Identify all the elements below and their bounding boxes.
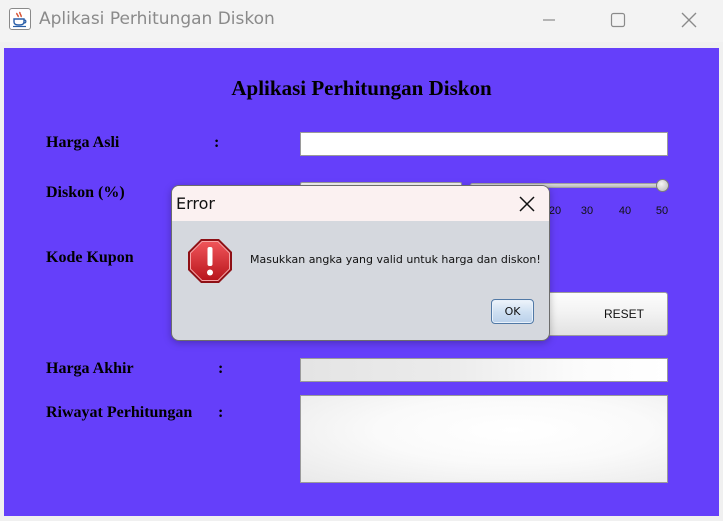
minimize-icon <box>543 19 555 21</box>
dialog-titlebar: Error <box>172 186 549 221</box>
riwayat-colon: : <box>218 404 224 421</box>
page-title: Aplikasi Perhitungan Diskon <box>231 76 492 100</box>
slider-tick: 40 <box>618 205 632 217</box>
error-octagon-icon <box>188 239 232 283</box>
slider-tick: 30 <box>580 205 594 217</box>
harga-akhir-field <box>300 358 668 382</box>
riwayat-label: Riwayat Perhitungan <box>46 404 193 421</box>
harga-asli-label: Harga Asli <box>46 134 120 151</box>
harga-asli-input[interactable] <box>301 133 667 155</box>
java-cup-icon <box>9 8 31 30</box>
dialog-title: Error <box>176 194 215 213</box>
window-titlebar: Aplikasi Perhitungan Diskon <box>0 0 723 42</box>
harga-asli-field[interactable] <box>300 132 668 156</box>
maximize-button[interactable] <box>595 0 641 40</box>
close-icon <box>681 12 697 28</box>
slider-tick: 50 <box>655 205 669 217</box>
harga-asli-colon: : <box>214 134 220 151</box>
window-title: Aplikasi Perhitungan Diskon <box>39 9 275 29</box>
close-icon <box>519 196 535 212</box>
dialog-message: Masukkan angka yang valid untuk harga da… <box>250 253 541 266</box>
harga-akhir-colon: : <box>218 360 224 377</box>
minimize-button[interactable] <box>526 0 572 40</box>
kode-kupon-label: Kode Kupon <box>46 249 134 266</box>
harga-akhir-label: Harga Akhir <box>46 360 134 377</box>
maximize-icon <box>610 12 626 28</box>
ok-button[interactable]: OK <box>491 299 534 324</box>
diskon-label: Diskon (%) <box>46 184 125 201</box>
diskon-slider-thumb[interactable] <box>656 179 669 192</box>
close-window-button[interactable] <box>666 0 712 40</box>
dialog-close-button[interactable] <box>517 194 537 214</box>
error-dialog: Error Masukkan angka yang valid untuk ha… <box>171 185 550 341</box>
riwayat-textarea[interactable] <box>300 395 668 483</box>
ok-button-label: OK <box>504 305 521 318</box>
reset-button-label: RESET <box>603 307 644 321</box>
